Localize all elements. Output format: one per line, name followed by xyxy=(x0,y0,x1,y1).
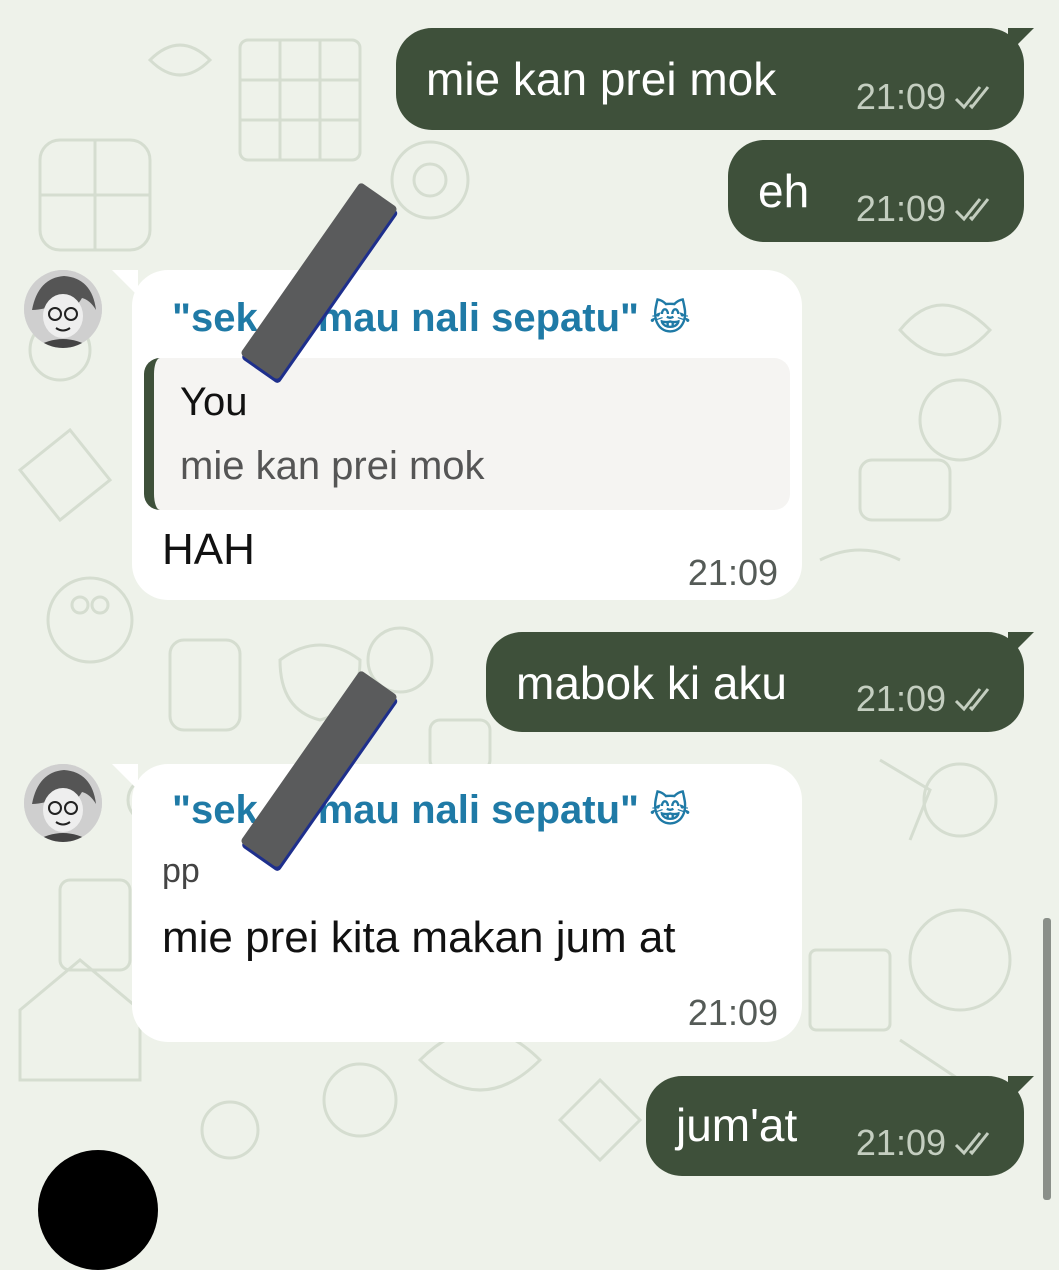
double-check-icon xyxy=(954,198,990,222)
message-text: mie prei kita makan jum at xyxy=(162,913,676,962)
sender-name-start: "sek xyxy=(172,788,258,832)
message-time: 21:09 xyxy=(855,678,946,719)
message-meta: 21:09 xyxy=(856,678,998,720)
message-time: 21:09 xyxy=(855,76,946,117)
sender-pushname: pp xyxy=(162,852,200,890)
crying-laughing-cat-emoji: 😹 xyxy=(648,789,692,830)
double-check-icon xyxy=(954,688,990,712)
message-meta: 21:09 xyxy=(856,188,998,230)
scrollbar[interactable] xyxy=(1043,918,1051,1200)
outgoing-message-4[interactable]: jum'at 21:09 xyxy=(646,1076,1024,1176)
contact-avatar[interactable] xyxy=(24,270,102,348)
bubble-tail xyxy=(1008,1076,1034,1102)
message-time: 21:09 xyxy=(687,552,778,593)
avatar-image xyxy=(24,270,102,348)
message-text: HAH xyxy=(162,525,255,574)
sender-name-start: "sek xyxy=(172,296,258,340)
sender-name-end: mau nali sepatu" xyxy=(317,788,639,832)
crying-laughing-cat-emoji: 😹 xyxy=(648,297,692,338)
sender-name[interactable]: "sek mau nali sepatu" 😹 xyxy=(172,294,691,342)
double-check-icon xyxy=(954,1132,990,1156)
outgoing-message-2[interactable]: eh 21:09 xyxy=(728,140,1024,242)
outgoing-message-1[interactable]: mie kan prei mok 21:09 xyxy=(396,28,1024,130)
message-time: 21:09 xyxy=(855,1122,946,1163)
sender-name-end: mau nali sepatu" xyxy=(317,296,639,340)
message-meta: 21:09 xyxy=(856,1122,998,1164)
message-time: 21:09 xyxy=(687,992,778,1033)
message-text: jum'at xyxy=(676,1099,798,1151)
message-meta: 21:09 xyxy=(856,76,998,118)
bubble-tail xyxy=(1008,632,1034,658)
contact-avatar[interactable] xyxy=(24,764,102,842)
quoted-author: You xyxy=(180,380,248,424)
message-text: eh xyxy=(758,165,810,217)
bubble-tail xyxy=(1008,28,1034,54)
message-text: mie kan prei mok xyxy=(426,53,777,105)
incoming-message-2[interactable]: "sek mau nali sepatu" 😹 pp mie prei kita… xyxy=(132,764,802,1042)
message-text: mabok ki aku xyxy=(516,657,788,709)
incoming-message-1[interactable]: "sek mau nali sepatu" 😹 You mie kan prei… xyxy=(132,270,802,600)
avatar-image xyxy=(24,764,102,842)
message-time: 21:09 xyxy=(855,188,946,229)
outgoing-message-3[interactable]: mabok ki aku 21:09 xyxy=(486,632,1024,732)
quoted-text: mie kan prei mok xyxy=(180,444,485,488)
avatar-partial[interactable] xyxy=(38,1150,158,1270)
quoted-message[interactable]: You mie kan prei mok xyxy=(144,358,790,510)
double-check-icon xyxy=(954,86,990,110)
